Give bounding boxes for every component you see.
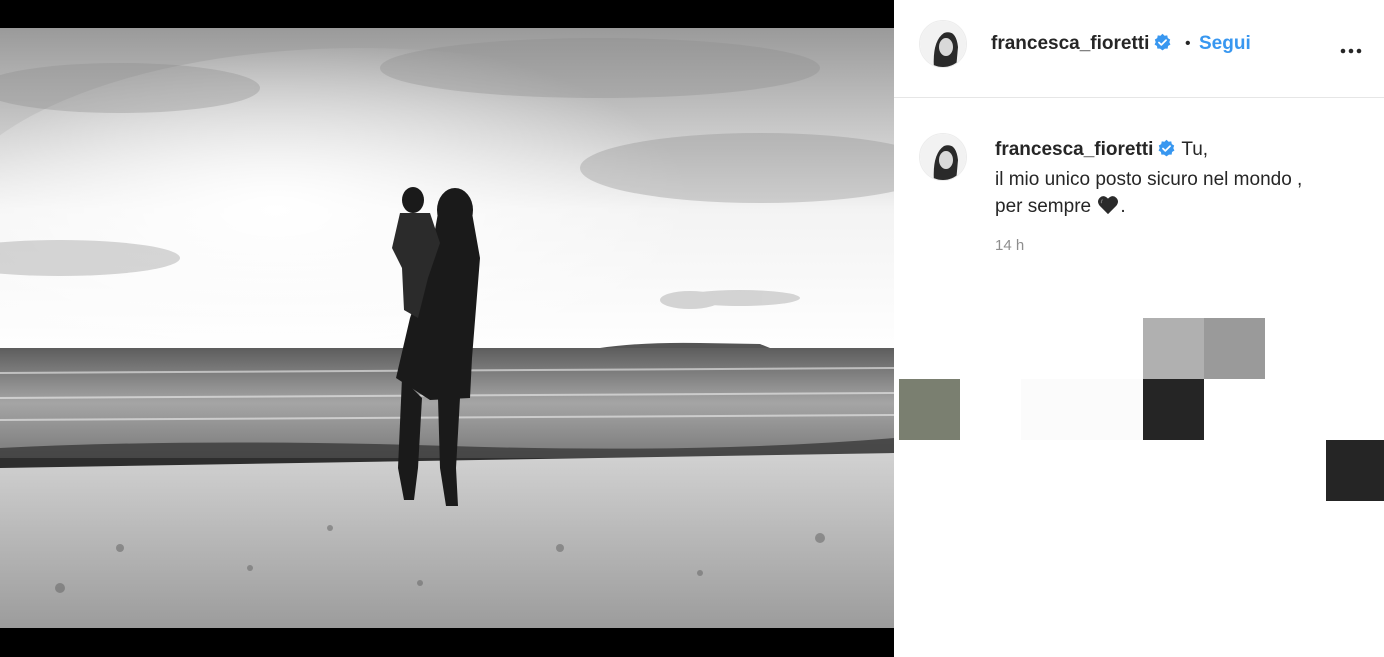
caption-username[interactable]: francesca_fioretti [995, 139, 1153, 160]
avatar-image [920, 134, 966, 180]
loading-block [1204, 318, 1265, 379]
black-heart-icon [1097, 195, 1119, 223]
post-timestamp[interactable]: 14 h [995, 237, 1024, 254]
verified-badge-icon [1153, 33, 1172, 57]
post-header: francesca_fioretti • Segui [894, 0, 1384, 98]
follow-button[interactable]: Segui [1199, 33, 1251, 55]
loading-block [1326, 440, 1384, 501]
header-username-row: francesca_fioretti [991, 33, 1172, 57]
post-photo-pane [0, 0, 894, 657]
loading-block [1143, 318, 1204, 379]
more-options-icon[interactable] [1340, 41, 1362, 59]
loading-block [899, 379, 960, 440]
caption-line-2: il mio unico posto sicuro nel mondo , [995, 169, 1303, 190]
separator-dot: • [1185, 35, 1191, 52]
caption-avatar[interactable] [919, 133, 967, 181]
caption-line-1: Tu, [1181, 139, 1209, 160]
post-side-panel: francesca_fioretti • Segui francesca_fio… [894, 0, 1384, 657]
avatar-image [920, 21, 966, 67]
header-username[interactable]: francesca_fioretti [991, 33, 1149, 54]
verified-badge-icon [1157, 139, 1176, 166]
loading-block [1143, 379, 1204, 440]
caption-line-3-suffix: . [1120, 196, 1126, 217]
loading-block [1021, 379, 1143, 440]
caption-text: francesca_fioretti Tu, il mio unico post… [995, 136, 1365, 223]
caption-line-3-prefix: per sempre [995, 196, 1092, 217]
avatar[interactable] [919, 20, 967, 68]
post-photo[interactable] [0, 28, 894, 628]
